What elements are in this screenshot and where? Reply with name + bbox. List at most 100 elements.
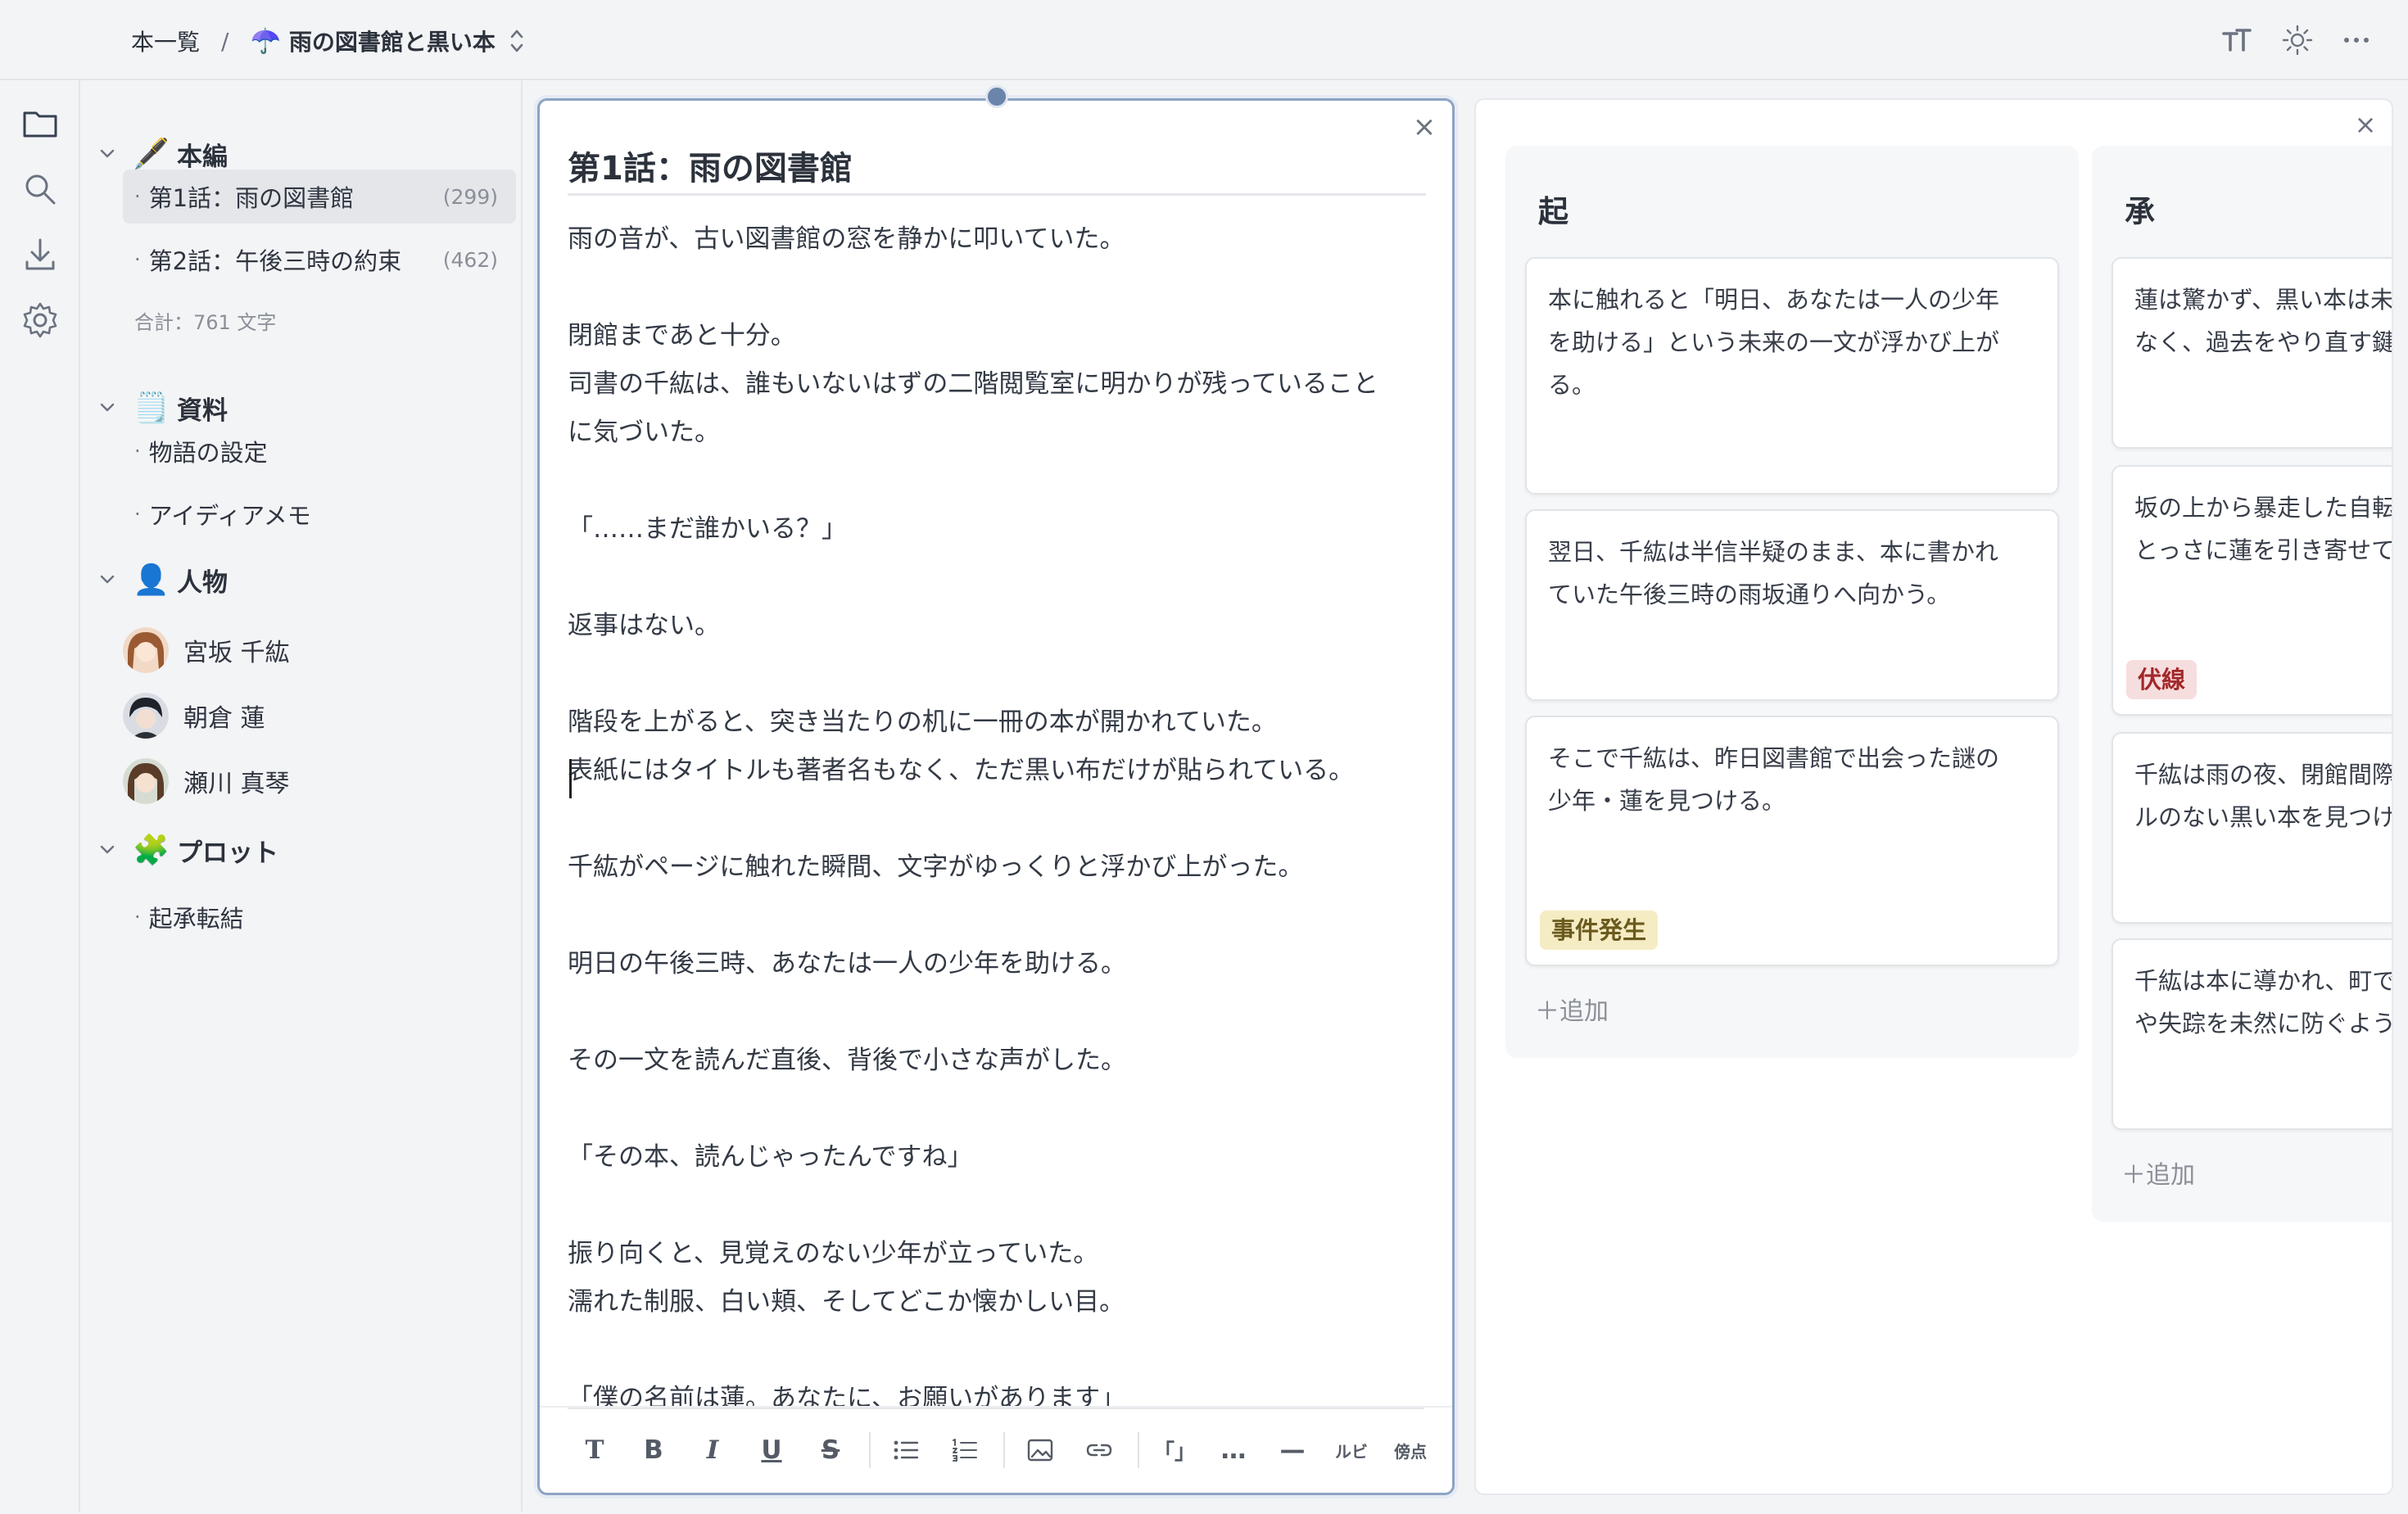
fountain-pen-icon: 🖋️ [133, 138, 170, 171]
chevron-down-icon[interactable] [98, 399, 116, 417]
section-characters[interactable]: 👤 人物 [98, 557, 228, 603]
underline-button[interactable]: U [748, 1426, 795, 1474]
plot-card[interactable]: 翌日、千紘は半信半疑のまま、本に書かれ ていた午後三時の雨坂通りへ向かう。 [1525, 509, 2059, 701]
section-label: 本編 [177, 142, 228, 172]
bullet-dot: · [134, 906, 141, 929]
chevron-down-icon[interactable] [98, 841, 116, 859]
character-item-chihiro[interactable]: 宮坂 千紘 [123, 621, 290, 680]
toolbar-divider [568, 1408, 1424, 1409]
plot-card[interactable]: 千紘は雨の夜、閉館間際 ルのない黒い本を見つけ [2112, 732, 2393, 924]
bullet-dot: · [134, 503, 141, 526]
folder-icon[interactable] [20, 103, 61, 144]
chapter-title-input[interactable]: 第1話：雨の図書館 [568, 142, 1426, 196]
character-name: 瀬川 真琴 [183, 770, 290, 798]
plot-label: 起承転結 [148, 905, 244, 933]
section-plots[interactable]: 🧩 プロット [98, 827, 278, 873]
activity-bar [0, 80, 80, 1512]
chapter-item-1[interactable]: · 第1話：雨の図書館 (299) [123, 169, 516, 224]
card-text: 坂の上から暴走した自転 とっさに蓮を引き寄せて [2134, 494, 2393, 564]
download-icon[interactable] [20, 234, 61, 275]
emphasis-dots-button[interactable]: 傍点 [1387, 1426, 1434, 1474]
character-item-ren[interactable]: 朝倉 蓮 [123, 686, 265, 745]
plot-card[interactable]: 千紘は本に導かれ、町で や失踪を未然に防ぐよう [2112, 938, 2393, 1130]
chapter-char-count: (462) [442, 247, 498, 272]
breadcrumb: 本一覧 / ☂️ 雨の図書館と黒い本 [131, 23, 525, 59]
bulleted-list-icon[interactable] [882, 1426, 930, 1474]
card-text: そこで千紘は、昨日図書館で出会った謎の 少年・蓮を見つける。 [1548, 744, 2000, 815]
material-label: アイディアメモ [148, 502, 311, 530]
plot-card[interactable]: そこで千紘は、昨日図書館で出会った謎の 少年・蓮を見つける。 事件発生 [1525, 716, 2059, 966]
card-text: 千紘は本に導かれ、町で や失踪を未然に防ぐよう [2134, 967, 2393, 1037]
material-item-idea-memo[interactable]: · アイディアメモ [123, 487, 516, 541]
umbrella-icon: ☂️ [250, 26, 281, 56]
close-board-icon[interactable]: × [2349, 108, 2382, 141]
toolbar-separator [869, 1432, 871, 1468]
bold-button[interactable]: B [630, 1426, 677, 1474]
card-text: 翌日、千紘は半信半疑のまま、本に書かれ ていた午後三時の雨坂通りへ向かう。 [1548, 538, 1998, 608]
column-title: 承 [2125, 194, 2155, 229]
person-icon: 👤 [133, 563, 170, 597]
panel-resize-handle[interactable] [985, 85, 1008, 108]
tag-foreshadowing[interactable]: 伏線 [2126, 660, 2198, 699]
search-icon[interactable] [20, 169, 61, 210]
top-bar: 本一覧 / ☂️ 雨の図書館と黒い本 [0, 0, 2408, 80]
plot-card[interactable]: 本に触れると「明日、あなたは一人の少年 を助ける」という未来の一文が浮かび上が … [1525, 257, 2059, 495]
text-caret [569, 759, 572, 798]
chapter-char-count: (299) [442, 184, 498, 209]
plot-card[interactable]: 坂の上から暴走した自転 とっさに蓮を引き寄せて 伏線 [2112, 465, 2393, 716]
section-label: 資料 [177, 395, 228, 426]
plot-column-ki: 起 本に触れると「明日、あなたは一人の少年 を助ける」という未来の一文が浮かび上… [1505, 146, 2079, 1058]
link-icon[interactable] [1075, 1426, 1123, 1474]
plot-board-panel: × 起 本に触れると「明日、あなたは一人の少年 を助ける」という未来の一文が浮か… [1474, 98, 2393, 1495]
ruby-button[interactable]: ルビ [1328, 1426, 1375, 1474]
bullet-dot: · [134, 440, 141, 463]
italic-button[interactable]: I [689, 1426, 736, 1474]
breadcrumb-book-list-link[interactable]: 本一覧 [131, 25, 200, 57]
avatar [123, 693, 169, 739]
settings-gear-icon[interactable] [20, 300, 61, 341]
tag-event[interactable]: 事件発生 [1540, 911, 1659, 950]
column-title: 起 [1538, 194, 1568, 229]
numbered-list-icon[interactable] [941, 1426, 989, 1474]
chapter-label: 第2話：午後三時の約束 [148, 247, 402, 275]
ellipsis-button[interactable]: … [1210, 1426, 1257, 1474]
more-options-icon[interactable] [2338, 21, 2375, 59]
card-text: 千紘は雨の夜、閉館間際 ルのない黒い本を見つけ [2134, 761, 2393, 831]
editor-panel: × 第1話：雨の図書館 雨の音が、古い図書館の窓を静かに叩いていた。 閉館まであ… [537, 98, 1455, 1495]
theme-sun-icon[interactable] [2279, 21, 2316, 59]
avatar [123, 627, 169, 673]
puzzle-piece-icon: 🧩 [133, 834, 170, 867]
bullet-dot: · [134, 248, 141, 271]
card-text: 本に触れると「明日、あなたは一人の少年 を助ける」という未来の一文が浮かび上が … [1548, 286, 2000, 399]
strikethrough-button[interactable]: S [807, 1426, 854, 1474]
section-label: 人物 [177, 567, 228, 598]
character-name: 朝倉 蓮 [183, 704, 265, 733]
material-label: 物語の設定 [148, 439, 268, 467]
toolbar-separator [1003, 1432, 1005, 1468]
notepad-icon: 🗒️ [133, 391, 170, 425]
add-card-button[interactable]: ＋追加 [2121, 1155, 2195, 1191]
chevron-updown-icon[interactable] [509, 27, 525, 55]
editor-text-area[interactable]: 雨の音が、古い図書館の窓を静かに叩いていた。 閉館まであと十分。 司書の千紘は、… [568, 215, 1436, 1514]
close-editor-icon[interactable]: × [1408, 111, 1441, 143]
dash-button[interactable]: — [1269, 1426, 1316, 1474]
chevron-down-icon[interactable] [98, 571, 116, 589]
avatar [123, 758, 169, 804]
character-item-makoto[interactable]: 瀬川 真琴 [123, 752, 290, 811]
plot-card[interactable]: 蓮は驚かず、黒い本は未 なく、過去をやり直す鍵 [2112, 257, 2393, 449]
breadcrumb-current-book[interactable]: 雨の図書館と黒い本 [289, 25, 496, 57]
plot-column-sho: 承 蓮は驚かず、黒い本は未 なく、過去をやり直す鍵 坂の上から暴走した自転 とっ… [2092, 146, 2393, 1222]
character-name: 宮坂 千紘 [183, 639, 290, 667]
plot-item-kishotenketsu[interactable]: · 起承転結 [123, 890, 516, 944]
chapter-item-2[interactable]: · 第2話：午後三時の約束 (462) [123, 233, 516, 287]
add-card-button[interactable]: ＋追加 [1535, 991, 1609, 1027]
kagikakko-button[interactable]: 「」 [1151, 1426, 1198, 1474]
text-style-button[interactable]: T [571, 1426, 618, 1474]
font-size-icon[interactable] [2218, 21, 2256, 59]
breadcrumb-separator: / [221, 27, 229, 55]
image-icon[interactable] [1016, 1426, 1064, 1474]
chapter-label: 第1話：雨の図書館 [148, 184, 355, 212]
card-text: 蓮は驚かず、黒い本は未 なく、過去をやり直す鍵 [2134, 286, 2393, 356]
chevron-down-icon[interactable] [98, 145, 116, 163]
material-item-setting[interactable]: · 物語の設定 [123, 424, 516, 478]
